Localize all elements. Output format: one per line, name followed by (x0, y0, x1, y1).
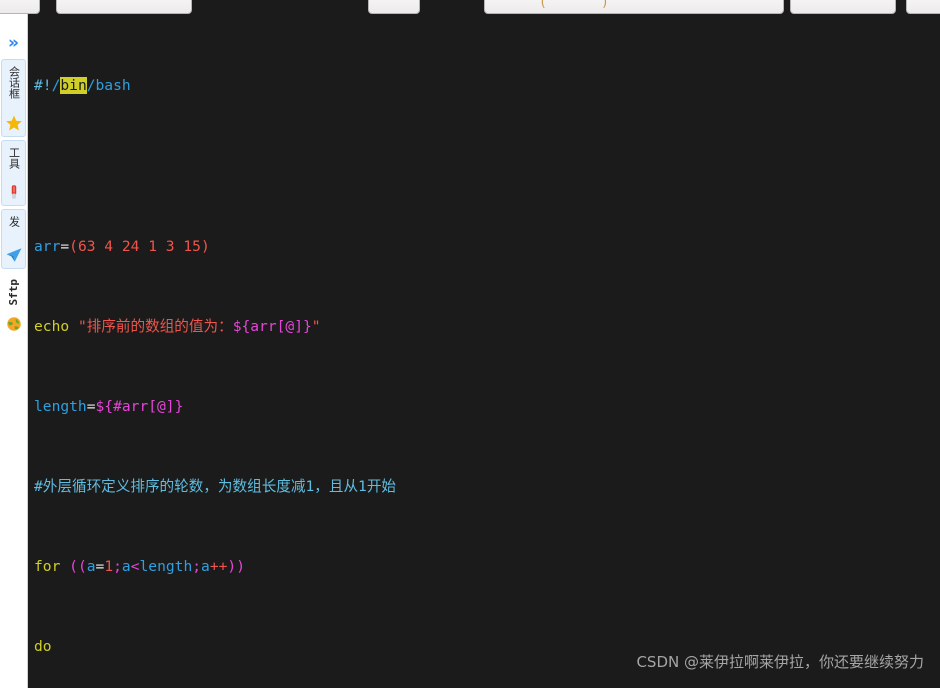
toolbar-group-1[interactable] (56, 0, 192, 14)
code-line: length=${#arr[@]} (34, 397, 184, 415)
sidebar-item-label: 发 (7, 216, 21, 227)
toolbar: ( ) (0, 0, 940, 14)
star-icon (5, 115, 22, 131)
sidebar-item-send[interactable]: 发 (1, 209, 26, 269)
code-editor[interactable]: #!/bin/bash arr=(63 4 24 1 3 15) echo "排… (28, 14, 940, 688)
chevron-double-right-icon[interactable]: » (0, 28, 27, 58)
sidebar-item-label: 工具 (7, 147, 21, 169)
sidebar-item-sessions[interactable]: 会话框 (1, 59, 26, 137)
toolbar-group-right[interactable] (906, 0, 940, 14)
watermark: CSDN @莱伊拉啊莱伊拉，你还要继续努力 (636, 653, 924, 671)
globe-icon (6, 317, 21, 331)
toolbar-group-3[interactable]: ( ) (484, 0, 784, 14)
sidebar: » 会话框 工具 发 Sftp (0, 14, 28, 688)
toolbar-group-4[interactable] (790, 0, 896, 14)
code-content: #!/bin/bash arr=(63 4 24 1 3 15) echo "排… (34, 16, 940, 688)
application-window: ( ) » 会话框 工具 发 Sftp #!/bin/bash arr=(63 … (0, 0, 940, 688)
code-line: #!/bin/bash (34, 77, 131, 95)
sidebar-item-sftp[interactable]: Sftp (1, 272, 26, 338)
sidebar-item-label: Sftp (6, 279, 20, 306)
paper-plane-icon (6, 248, 21, 262)
toolbar-group-2[interactable] (368, 0, 420, 14)
paren-right-icon: ) (601, 0, 609, 10)
code-line: for ((a=1;a<length;a++)) (34, 558, 245, 576)
code-line: arr=(63 4 24 1 3 15) (34, 237, 210, 255)
paren-left-icon: ( (539, 0, 547, 10)
code-line: echo "排序前的数组的值为：${arr[@]}" (34, 317, 321, 335)
code-line: #外层循环定义排序的轮数，为数组长度减1，且从1开始 (34, 478, 397, 496)
sidebar-item-tools[interactable]: 工具 (1, 140, 26, 206)
sidebar-item-label: 会话框 (7, 66, 21, 99)
toolbar-group-left[interactable] (0, 0, 40, 14)
knife-icon (11, 185, 16, 199)
